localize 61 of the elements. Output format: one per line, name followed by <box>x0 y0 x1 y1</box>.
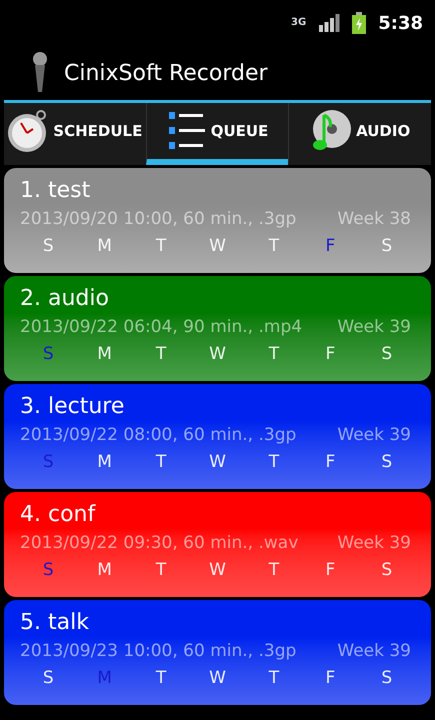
recording-details: 2013/09/20 10:00, 60 min., .3gp <box>20 208 296 231</box>
recording-details: 2013/09/22 06:04, 90 min., .mp4 <box>20 316 302 339</box>
weekday-toggle[interactable]: T <box>132 556 190 584</box>
recording-details: 2013/09/22 08:00, 60 min., .3gp <box>20 424 296 447</box>
clock-time: 5:38 <box>378 12 423 36</box>
weekday-toggle[interactable]: T <box>246 232 302 260</box>
weekday-toggle[interactable]: W <box>189 340 246 368</box>
weekday-toggle[interactable]: T <box>246 340 302 368</box>
microphone-icon <box>32 52 48 94</box>
weekday-toggle[interactable]: T <box>132 664 190 692</box>
weekday-toggle[interactable]: S <box>358 448 415 476</box>
weekday-toggle[interactable]: M <box>76 340 133 368</box>
weekday-toggle[interactable]: S <box>358 664 415 692</box>
app-title: CinixSoft Recorder <box>64 60 268 88</box>
weekday-toggle[interactable]: T <box>246 448 302 476</box>
week-number: Week 38 <box>337 208 411 231</box>
recording-details: 2013/09/23 10:00, 60 min., .3gp <box>20 640 296 663</box>
weekday-toggle[interactable]: S <box>20 556 76 584</box>
weekday-toggle[interactable]: T <box>132 448 190 476</box>
signal-icon <box>318 14 340 32</box>
weekday-toggle[interactable]: S <box>20 232 76 260</box>
weekday-toggle[interactable]: F <box>302 340 359 368</box>
weekday-toggle[interactable]: S <box>20 340 76 368</box>
recording-title: 5. talk <box>20 609 90 637</box>
weekday-toggle[interactable]: F <box>302 664 359 692</box>
tab[interactable]: SCHEDULE <box>4 103 146 165</box>
recording-title: 3. lecture <box>20 393 126 421</box>
weekday-toggle[interactable]: T <box>246 556 302 584</box>
weekday-toggle[interactable]: S <box>20 664 76 692</box>
weekday-toggle[interactable]: M <box>76 232 133 260</box>
weekday-toggle[interactable]: M <box>76 448 133 476</box>
recording-card[interactable]: 4. conf 2013/09/22 09:30, 60 min., .wav Week 39 S M T W T F S <box>4 492 431 597</box>
weekday-toggle[interactable]: F <box>302 448 359 476</box>
week-number: Week 39 <box>337 532 411 555</box>
weekday-toggle[interactable]: F <box>302 556 359 584</box>
weekday-toggle[interactable]: S <box>358 232 415 260</box>
weekday-toggle[interactable]: M <box>76 556 133 584</box>
week-number: Week 39 <box>337 640 411 663</box>
music-disc-icon <box>310 109 352 153</box>
weekday-toggle[interactable]: F <box>302 232 359 260</box>
weekday-toggle[interactable]: W <box>189 448 246 476</box>
battery-icon <box>352 12 366 34</box>
weekday-toggle[interactable]: T <box>132 232 190 260</box>
recording-title: 2. audio <box>20 285 110 313</box>
network-indicator: 3G <box>291 18 306 28</box>
numbered-list-icon <box>166 110 207 152</box>
week-number: Week 39 <box>337 316 411 339</box>
recording-title: 1. test <box>20 177 92 205</box>
weekday-toggle[interactable]: S <box>358 340 415 368</box>
recording-details: 2013/09/22 09:30, 60 min., .wav <box>20 532 298 555</box>
week-number: Week 39 <box>337 424 411 447</box>
tab[interactable]: AUDIO <box>288 103 432 165</box>
weekday-toggle[interactable]: T <box>132 340 190 368</box>
weekday-toggle[interactable]: T <box>246 664 302 692</box>
recording-card[interactable]: 1. test 2013/09/20 10:00, 60 min., .3gp Week 38 S M T W T F S <box>4 168 431 273</box>
recording-card[interactable]: 2. audio 2013/09/22 06:04, 90 min., .mp4 Week 39 S M T W T F S <box>4 276 431 381</box>
weekday-toggle[interactable]: W <box>189 556 246 584</box>
recording-title: 4. conf <box>20 501 97 529</box>
weekday-toggle[interactable]: S <box>358 556 415 584</box>
weekday-toggle[interactable]: W <box>189 664 246 692</box>
weekday-toggle[interactable]: W <box>189 232 246 260</box>
